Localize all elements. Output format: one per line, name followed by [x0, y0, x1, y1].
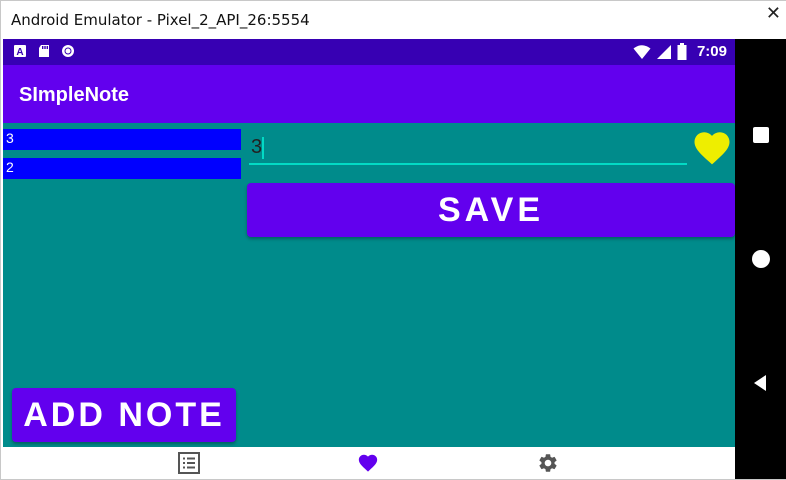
- a-notification-icon: A: [14, 45, 26, 58]
- note-list: 3 2: [3, 129, 243, 187]
- heart-icon[interactable]: [356, 452, 380, 474]
- emulator-window: Android Emulator - Pixel_2_API_26:5554 ✕…: [0, 0, 786, 480]
- back-icon[interactable]: [751, 373, 771, 393]
- sd-card-icon: [39, 45, 49, 57]
- window-title: Android Emulator - Pixel_2_API_26:5554: [11, 11, 310, 29]
- close-icon[interactable]: ✕: [766, 5, 781, 23]
- svg-text:A: A: [16, 47, 23, 58]
- text-caret: [262, 137, 264, 159]
- status-bar: A 7:09: [3, 39, 735, 65]
- battery-icon: [677, 43, 687, 60]
- list-icon[interactable]: [177, 452, 201, 474]
- app-bar: SImpleNote: [3, 65, 735, 123]
- circle-record-icon: [62, 45, 74, 57]
- app-title: SImpleNote: [19, 84, 130, 106]
- signal-icon: [656, 44, 671, 59]
- window-titlebar: Android Emulator - Pixel_2_API_26:5554 ✕: [1, 1, 786, 39]
- add-note-button[interactable]: ADD NOTE: [12, 388, 236, 442]
- note-editor: [249, 131, 687, 165]
- list-item[interactable]: 2: [3, 158, 241, 179]
- device-screen: A 7:09 SImpleNote 3 2 3 SAVE ADD NOTE: [3, 39, 735, 479]
- heart-icon[interactable]: [691, 127, 733, 169]
- settings-icon[interactable]: [536, 452, 560, 474]
- overview-icon[interactable]: [751, 125, 771, 145]
- bottom-navigation: [3, 447, 735, 479]
- main-content: 3 2 SAVE ADD NOTE: [3, 123, 735, 447]
- note-text-input[interactable]: [249, 131, 687, 163]
- home-icon[interactable]: [751, 249, 771, 269]
- save-button[interactable]: SAVE: [247, 183, 735, 237]
- system-nav-bar: [735, 39, 786, 479]
- list-item[interactable]: 3: [3, 129, 241, 150]
- wifi-icon: [633, 44, 651, 59]
- status-time: 7:09: [696, 43, 727, 60]
